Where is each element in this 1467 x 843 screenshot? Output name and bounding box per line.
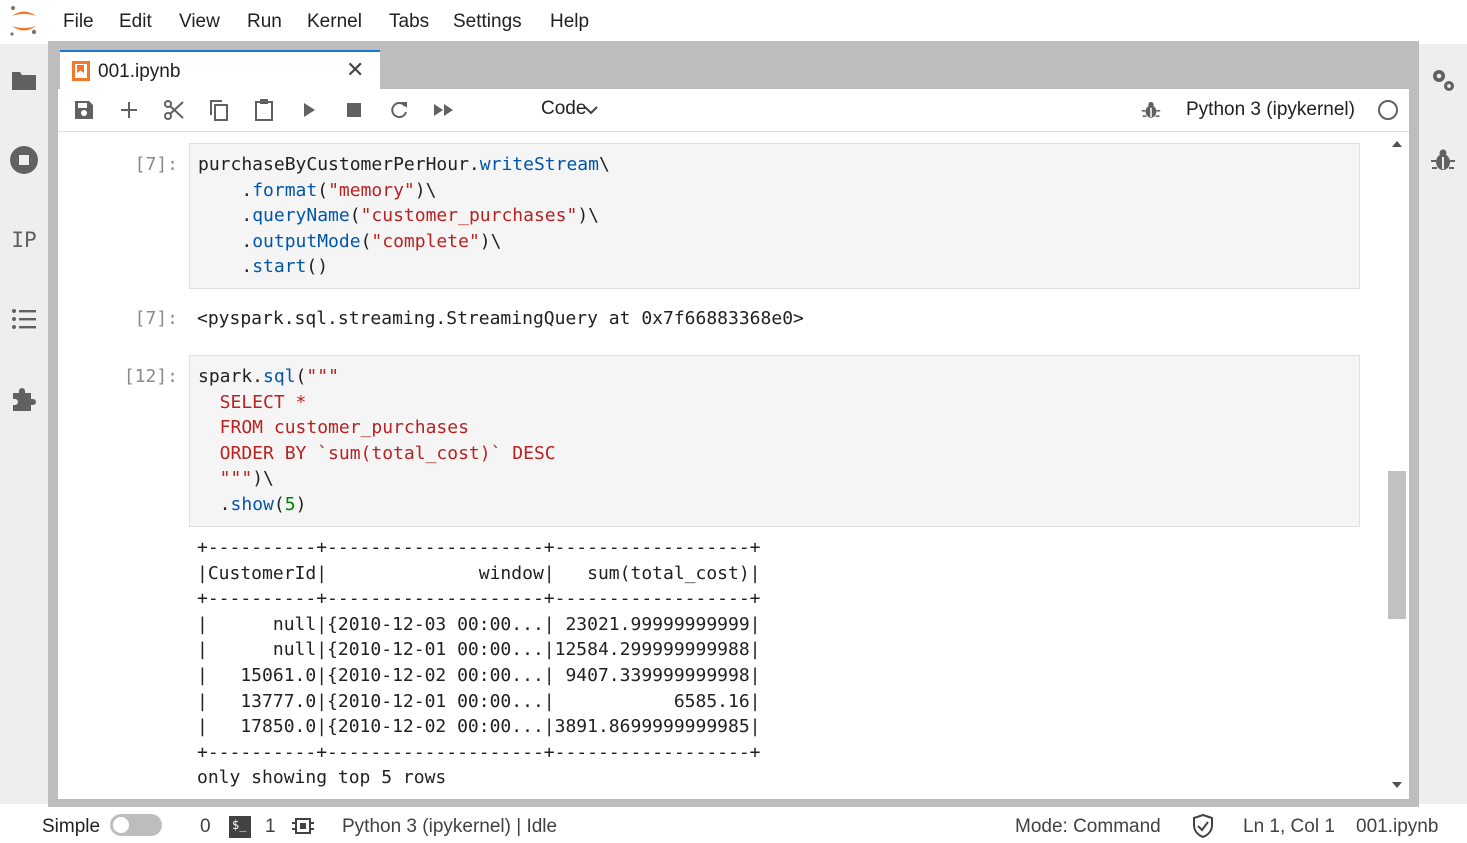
save-icon[interactable] <box>71 97 97 123</box>
simple-mode-toggle[interactable] <box>110 814 162 836</box>
menu-file[interactable]: File <box>63 11 94 33</box>
kernel-status[interactable]: Python 3 (ipykernel) | Idle <box>342 816 557 838</box>
fast-forward-icon[interactable] <box>431 97 457 123</box>
input-prompt: [12]: <box>123 366 178 387</box>
vertical-scrollbar[interactable] <box>1386 132 1407 797</box>
jupyter-logo-icon <box>10 6 37 36</box>
cpu-chip-icon[interactable] <box>292 816 314 841</box>
scrollbar-thumb[interactable] <box>1388 471 1406 619</box>
restart-icon[interactable] <box>386 97 412 123</box>
tab-title: 001.ipynb <box>98 61 181 82</box>
folder-icon[interactable] <box>8 64 40 96</box>
shield-icon[interactable] <box>1192 813 1214 843</box>
notebook-panel: [7]: purchaseByCustomerPerHour.writeStre… <box>58 132 1409 799</box>
menu-edit[interactable]: Edit <box>119 11 152 33</box>
right-sidebar <box>1419 44 1467 804</box>
kernel-name[interactable]: Python 3 (ipykernel) <box>1186 99 1355 121</box>
menu-help[interactable]: Help <box>550 11 589 33</box>
notebook-toolbar: Code Python 3 (ipykernel) <box>58 89 1409 132</box>
left-sidebar: IP <box>0 44 48 804</box>
menu-kernel[interactable]: Kernel <box>307 11 362 33</box>
terminal-icon[interactable]: $_ <box>229 816 251 838</box>
debugger-bug-icon[interactable] <box>1138 97 1164 123</box>
kernel-status-circle-icon <box>1375 97 1401 123</box>
copy-icon[interactable] <box>206 97 232 123</box>
menu-run[interactable]: Run <box>247 11 282 33</box>
mode-indicator[interactable]: Mode: Command <box>1015 816 1161 838</box>
output-prompt: [7]: <box>134 308 178 329</box>
property-gears-icon[interactable] <box>1427 64 1459 96</box>
status-filename: 001.ipynb <box>1356 816 1439 837</box>
menu-settings[interactable]: Settings <box>453 11 522 33</box>
stop-circle-icon[interactable] <box>8 144 40 176</box>
menu-bar: File Edit View Run Kernel Tabs Settings … <box>0 0 1467 44</box>
scroll-down-icon[interactable] <box>1391 781 1403 789</box>
code-editor[interactable]: spark.sql(""" SELECT * FROM customer_pur… <box>198 364 556 518</box>
code-cell[interactable]: purchaseByCustomerPerHour.writeStream\ .… <box>189 143 1360 289</box>
scroll-up-icon[interactable] <box>1391 140 1403 148</box>
extension-icon[interactable] <box>8 383 40 415</box>
add-icon[interactable] <box>116 97 142 123</box>
table-of-contents-icon[interactable] <box>8 303 40 335</box>
code-editor[interactable]: purchaseByCustomerPerHour.writeStream\ .… <box>198 152 610 280</box>
cut-icon[interactable] <box>161 97 187 123</box>
tab-notebook[interactable]: 001.ipynb ✕ <box>60 50 380 89</box>
input-prompt: [7]: <box>134 154 178 175</box>
paste-icon[interactable] <box>251 97 277 123</box>
property-inspector-icon[interactable]: IP <box>8 224 40 256</box>
simple-mode-label: Simple <box>42 816 101 837</box>
run-icon[interactable] <box>296 97 322 123</box>
cursor-position[interactable]: Ln 1, Col 1 <box>1243 816 1335 838</box>
status-bar: Simple 0 $_ 1 Python 3 (ipykernel) | Idl… <box>0 807 1467 843</box>
stop-icon[interactable] <box>341 97 367 123</box>
notebook-icon <box>72 61 90 81</box>
kernel-count: 1 <box>265 816 276 837</box>
menu-tabs[interactable]: Tabs <box>389 11 429 33</box>
terminal-count: 0 <box>200 816 211 837</box>
code-cell[interactable]: spark.sql(""" SELECT * FROM customer_pur… <box>189 355 1360 527</box>
cell-output: +----------+--------------------+-------… <box>197 537 761 789</box>
cell-output: <pyspark.sql.streaming.StreamingQuery at… <box>197 308 804 329</box>
close-icon[interactable]: ✕ <box>346 57 364 83</box>
chevron-down-icon[interactable] <box>578 97 604 123</box>
menu-view[interactable]: View <box>179 11 220 33</box>
debugger-bug-icon[interactable] <box>1427 144 1459 176</box>
